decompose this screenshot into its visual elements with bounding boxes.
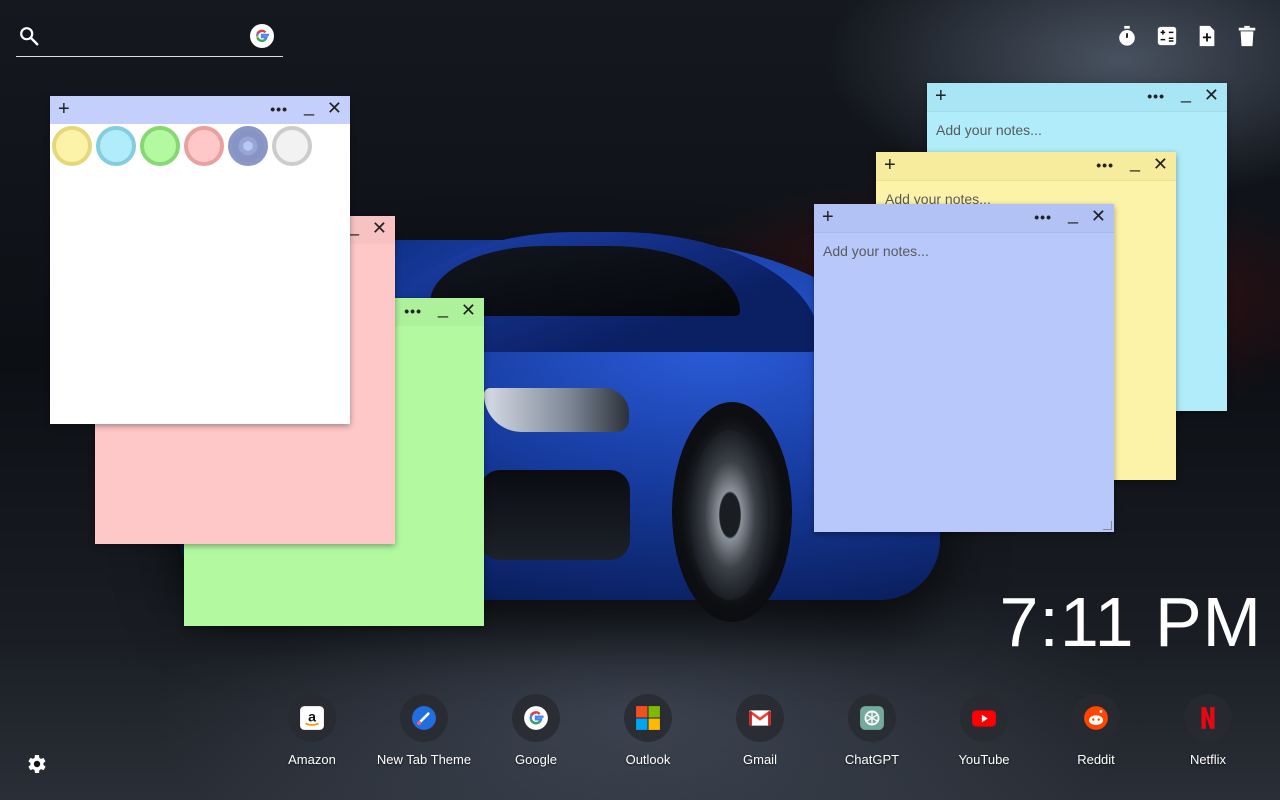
shortcut-label: Google [515, 752, 557, 767]
add-note-button[interactable]: + [935, 86, 947, 106]
search-bar [16, 18, 283, 57]
shortcut-label: Netflix [1189, 752, 1227, 767]
note-minimize-button[interactable]: _ [304, 96, 314, 117]
color-palette [52, 126, 312, 166]
note-divider [876, 180, 1176, 181]
new-note-icon[interactable] [1196, 24, 1218, 48]
shortcut-label: New Tab Theme [376, 752, 472, 767]
note-toolbar: + ••• _ ✕ [50, 96, 350, 124]
shortcut-label: Gmail [743, 752, 777, 767]
color-swatch-white[interactable] [272, 126, 312, 166]
google-icon [512, 694, 560, 742]
shortcut-label: ChatGPT [844, 752, 900, 767]
note-minimize-button[interactable]: _ [1181, 83, 1191, 104]
clock: 7:11 PM [999, 583, 1262, 661]
note-minimize-button[interactable]: _ [438, 298, 448, 319]
add-note-button[interactable]: + [884, 155, 896, 175]
note-minimize-button[interactable]: _ [349, 216, 359, 237]
note-textarea[interactable]: Add your notes... [823, 243, 929, 259]
gmail-icon [736, 694, 784, 742]
shortcut-label: Outlook [625, 752, 671, 767]
shortcut-outlook[interactable]: Outlook [592, 694, 704, 767]
note-toolbar: + ••• _ ✕ [927, 83, 1227, 111]
note-menu-button[interactable]: ••• [1096, 157, 1114, 173]
sticky-note-blue[interactable]: + ••• _ ✕ Add your notes... [814, 204, 1114, 532]
add-note-button[interactable]: + [822, 207, 834, 227]
car-headlight [484, 388, 629, 432]
color-swatch-pink[interactable] [184, 126, 224, 166]
youtube-icon [960, 694, 1008, 742]
sticky-note-white[interactable]: + ••• _ ✕ [50, 96, 350, 424]
netflix-icon [1184, 694, 1232, 742]
resize-handle[interactable] [1103, 521, 1112, 530]
note-minimize-button[interactable]: _ [1130, 152, 1140, 173]
shortcut-new-tab-theme[interactable]: New Tab Theme [368, 694, 480, 767]
note-textarea[interactable]: Add your notes... [936, 122, 1042, 138]
note-menu-button[interactable]: ••• [270, 101, 288, 117]
shortcut-dock: a Amazon New Tab Theme Google Outlook Gm… [256, 694, 1264, 767]
note-close-button[interactable]: ✕ [327, 98, 342, 119]
note-toolbar: + ••• _ ✕ [814, 204, 1114, 232]
shortcut-label: Reddit [1077, 752, 1115, 767]
outlook-icon [624, 694, 672, 742]
note-toolbar: + ••• _ ✕ [876, 152, 1176, 180]
note-menu-button[interactable]: ••• [1034, 209, 1052, 225]
google-icon[interactable] [250, 24, 274, 48]
svg-text:a: a [308, 708, 316, 724]
shortcut-gmail[interactable]: Gmail [704, 694, 816, 767]
toolbar [1116, 24, 1258, 48]
shortcut-amazon[interactable]: a Amazon [256, 694, 368, 767]
shortcut-netflix[interactable]: Netflix [1152, 694, 1264, 767]
calculator-icon[interactable] [1156, 24, 1178, 48]
shortcut-youtube[interactable]: YouTube [928, 694, 1040, 767]
note-close-button[interactable]: ✕ [1091, 206, 1106, 227]
shortcut-reddit[interactable]: Reddit [1040, 694, 1152, 767]
car-rim [690, 430, 770, 600]
note-divider [927, 111, 1227, 112]
car-grille [480, 470, 630, 560]
color-swatch-cyan[interactable] [96, 126, 136, 166]
timer-icon[interactable] [1116, 24, 1138, 48]
shortcut-google[interactable]: Google [480, 694, 592, 767]
amazon-icon: a [288, 694, 336, 742]
new-tab-theme-icon [400, 694, 448, 742]
note-menu-button[interactable]: ••• [1147, 88, 1165, 104]
add-note-button[interactable]: + [58, 99, 70, 119]
shortcut-label: Amazon [288, 752, 336, 767]
note-close-button[interactable]: ✕ [461, 300, 476, 321]
shortcut-chatgpt[interactable]: ChatGPT [816, 694, 928, 767]
note-menu-button[interactable]: ••• [404, 303, 422, 319]
search-icon[interactable] [18, 25, 40, 47]
note-minimize-button[interactable]: _ [1068, 204, 1078, 225]
note-close-button[interactable]: ✕ [372, 218, 387, 239]
note-close-button[interactable]: ✕ [1153, 154, 1168, 175]
chatgpt-icon [848, 694, 896, 742]
note-close-button[interactable]: ✕ [1204, 85, 1219, 106]
trash-icon[interactable] [1236, 24, 1258, 48]
note-divider [814, 232, 1114, 233]
color-swatch-green[interactable] [140, 126, 180, 166]
shortcut-label: YouTube [958, 752, 1010, 767]
search-input[interactable] [56, 24, 250, 50]
reddit-icon [1072, 694, 1120, 742]
gear-icon[interactable] [24, 752, 48, 776]
color-swatch-yellow[interactable] [52, 126, 92, 166]
color-swatch-blue[interactable] [228, 126, 268, 166]
